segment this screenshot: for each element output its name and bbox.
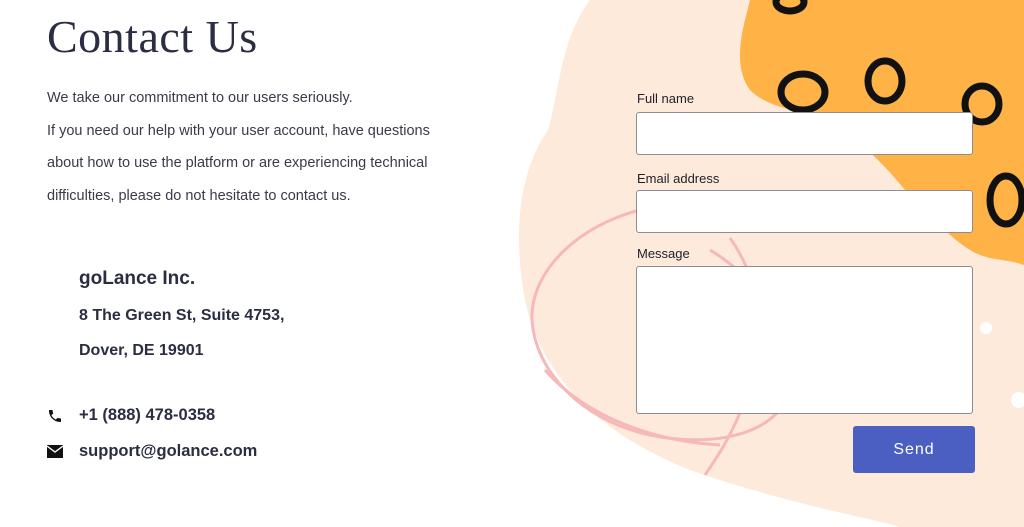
intro-line-2: If you need our help with your user acco… [47, 122, 430, 204]
company-address: goLance Inc. 8 The Green St, Suite 4753,… [79, 262, 284, 368]
envelope-icon [47, 445, 79, 458]
email-row: support@golance.com [47, 442, 257, 461]
email-input[interactable] [636, 190, 973, 233]
page-title: Contact Us [47, 11, 258, 62]
address-line-1: 8 The Green St, Suite 4753, [79, 307, 285, 324]
intro-line-1: We take our commitment to our users seri… [47, 90, 353, 106]
message-textarea[interactable] [636, 266, 973, 414]
phone-row: +1 (888) 478-0358 [47, 406, 215, 425]
intro-text: We take our commitment to our users seri… [47, 82, 467, 212]
white-dots [980, 322, 1024, 408]
company-name: goLance Inc. [79, 268, 196, 289]
full-name-input[interactable] [636, 112, 973, 155]
full-name-label: Full name [637, 91, 695, 106]
message-label: Message [637, 246, 690, 261]
phone-number[interactable]: +1 (888) 478-0358 [79, 406, 215, 425]
support-email[interactable]: support@golance.com [79, 442, 257, 461]
email-label: Email address [637, 171, 720, 186]
send-button[interactable]: Send [853, 426, 975, 473]
address-line-2: Dover, DE 19901 [79, 342, 204, 359]
phone-icon [47, 408, 79, 424]
